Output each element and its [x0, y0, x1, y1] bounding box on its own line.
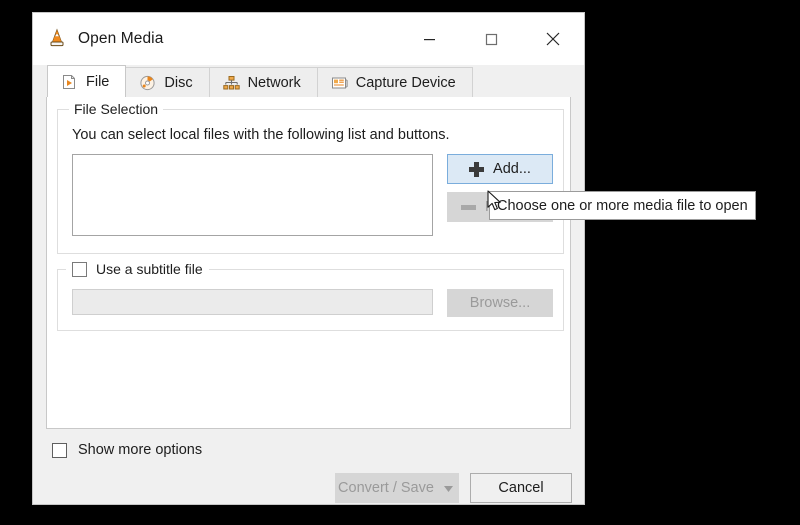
title-bar: Open Media — [33, 13, 584, 65]
plus-icon — [469, 162, 484, 177]
close-icon[interactable] — [522, 13, 584, 65]
minus-icon — [461, 200, 476, 215]
cancel-button-label: Cancel — [498, 480, 543, 496]
tab-capture-device-label: Capture Device — [356, 75, 456, 91]
tab-disc[interactable]: Disc — [125, 67, 209, 97]
file-list[interactable] — [72, 154, 433, 236]
tab-page-file: File Selection You can select local file… — [46, 97, 571, 429]
show-more-options-checkbox[interactable] — [52, 443, 67, 458]
show-more-options-row[interactable]: Show more options — [52, 442, 202, 458]
dialog-footer: Show more options Convert / Save Cancel — [33, 429, 584, 505]
minimize-icon[interactable] — [398, 13, 460, 65]
file-selection-group-title: File Selection — [69, 101, 163, 117]
window-controls — [398, 13, 584, 65]
network-icon — [223, 75, 240, 91]
vlc-cone-icon — [46, 28, 68, 50]
browse-button-label: Browse... — [470, 295, 530, 311]
open-media-dialog: Open Media — [32, 12, 585, 505]
tab-bar: File Disc — [33, 65, 584, 97]
title-bar-left: Open Media — [33, 28, 163, 50]
window-title: Open Media — [78, 30, 163, 48]
tab-network[interactable]: Network — [209, 67, 318, 97]
browse-button: Browse... — [447, 289, 553, 317]
convert-save-button: Convert / Save — [335, 473, 437, 503]
tab-disc-label: Disc — [164, 75, 192, 91]
cancel-button[interactable]: Cancel — [470, 473, 572, 503]
use-subtitle-checkbox[interactable] — [72, 262, 87, 277]
subtitle-path-input — [72, 289, 433, 315]
tooltip: Choose one or more media file to open — [489, 191, 756, 220]
use-subtitle-label: Use a subtitle file — [96, 261, 203, 277]
disc-icon — [139, 75, 156, 91]
tab-network-label: Network — [248, 75, 301, 91]
tab-capture-device[interactable]: Capture Device — [317, 67, 473, 97]
file-document-icon — [61, 74, 78, 90]
screen: Open Media — [0, 0, 800, 525]
capture-device-icon — [331, 75, 348, 91]
maximize-icon[interactable] — [460, 13, 522, 65]
convert-save-label: Convert / Save — [338, 480, 434, 496]
chevron-down-icon — [444, 480, 453, 496]
file-selection-group: File Selection You can select local file… — [57, 109, 564, 254]
subtitle-group-title[interactable]: Use a subtitle file — [66, 261, 209, 277]
add-button-label: Add... — [493, 161, 531, 177]
tooltip-text: Choose one or more media file to open — [497, 198, 748, 214]
tab-file-label: File — [86, 74, 109, 90]
file-selection-hint: You can select local files with the foll… — [72, 127, 450, 143]
subtitle-group: Use a subtitle file Browse... — [57, 269, 564, 331]
convert-save-dropdown — [437, 473, 459, 503]
add-button[interactable]: Add... — [447, 154, 553, 184]
tab-file[interactable]: File — [47, 65, 126, 97]
show-more-options-label: Show more options — [78, 442, 202, 458]
